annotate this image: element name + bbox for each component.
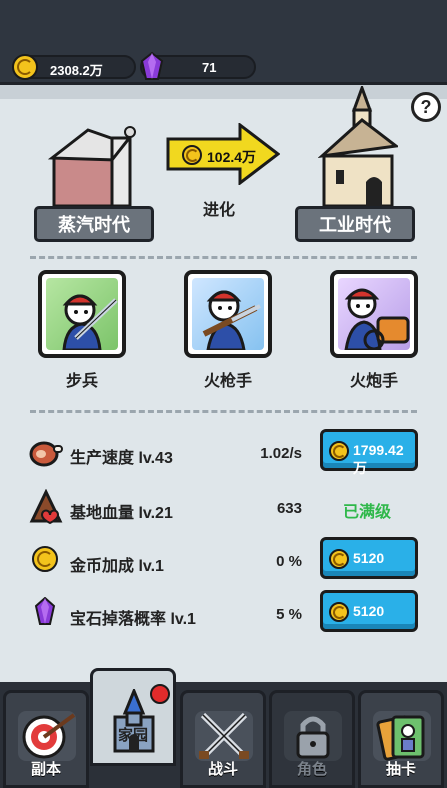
crossed-swords-icon — [195, 711, 253, 761]
nav-tab-home[interactable]: 家园 — [90, 668, 176, 766]
coin-amount: 2308.2万 — [50, 63, 103, 78]
top-bar: 2308.2万 71 — [0, 0, 447, 95]
upgrade-gem-drop-button[interactable]: 5120 — [320, 590, 418, 632]
gem-icon — [140, 52, 164, 80]
unit-card-musketeer[interactable] — [184, 270, 272, 358]
unit-card-cannoneer[interactable] — [330, 270, 418, 358]
steam-era-building — [48, 126, 136, 208]
nav-tab-battle[interactable]: 战斗 — [180, 690, 266, 788]
industrial-era-building — [318, 86, 398, 208]
upgrade-label: 宝石掉落概率 lv.1 — [70, 611, 196, 628]
nav-label: 战斗 — [207, 761, 238, 778]
meat-icon — [29, 441, 63, 467]
next-era-label: 工业时代 — [295, 206, 415, 242]
notification-dot — [150, 684, 170, 704]
upgrade-value: 1.02/s — [260, 445, 302, 462]
current-era-label: 蒸汽时代 — [34, 206, 154, 242]
help-button[interactable]: ? — [411, 92, 441, 122]
upgrade-cost: 5120 — [353, 550, 385, 566]
gem-amount: 71 — [202, 60, 217, 75]
upgrade-coin-bonus-button[interactable]: 5120 — [320, 537, 418, 579]
lock-icon — [284, 711, 342, 761]
unit-name-musketeer: 火枪手 — [203, 373, 252, 390]
unit-name-cannoneer: 火炮手 — [349, 373, 398, 390]
nav-tab-character[interactable]: 角色 — [269, 690, 355, 788]
evolve-cost-coin-icon — [182, 145, 202, 165]
upgrade-label: 生产速度 lv.43 — [70, 450, 173, 467]
coin-icon — [329, 441, 349, 461]
cards-icon — [373, 711, 431, 761]
nav-label: 角色 — [296, 761, 327, 778]
nav-tab-dungeon[interactable]: 副本 — [3, 690, 89, 788]
upgrade-cost: 1799.42万 — [353, 442, 404, 476]
divider — [30, 256, 417, 259]
target-icon — [18, 711, 76, 761]
coin-counter: 2308.2万 — [12, 54, 136, 80]
coin-icon — [32, 546, 58, 572]
nav-label: 抽卡 — [385, 761, 416, 778]
coin-icon — [329, 549, 349, 569]
coin-icon — [329, 602, 349, 622]
evolve-label: 进化 — [203, 202, 236, 219]
coin-icon — [12, 54, 38, 80]
nav-label: 副本 — [30, 761, 61, 778]
upgrade-label: 基地血量 lv.21 — [70, 505, 173, 522]
gem-counter: 71 — [140, 52, 256, 80]
evolve-cost: 102.4万 — [207, 149, 257, 165]
musketeer-portrait — [202, 290, 261, 350]
max-level-badge: 已满级 — [343, 504, 392, 521]
nav-tab-gacha[interactable]: 抽卡 — [358, 690, 444, 788]
infantry-portrait — [62, 294, 118, 350]
nav-label: 家园 — [117, 727, 148, 744]
gem-icon — [34, 597, 56, 625]
upgrade-production-speed-button[interactable]: 1799.42万 — [320, 429, 418, 476]
upgrade-label: 金币加成 lv.1 — [70, 558, 164, 575]
unit-card-infantry[interactable] — [38, 270, 126, 358]
tent-heart-icon — [29, 489, 63, 525]
upgrade-value: 5 % — [276, 606, 302, 623]
cannoneer-portrait — [344, 288, 410, 350]
upgrade-value: 633 — [276, 500, 302, 517]
upgrade-cost: 5120 — [353, 603, 385, 619]
upgrade-value: 0 % — [276, 553, 302, 570]
unit-name-infantry: 步兵 — [65, 373, 98, 390]
divider — [30, 410, 417, 413]
